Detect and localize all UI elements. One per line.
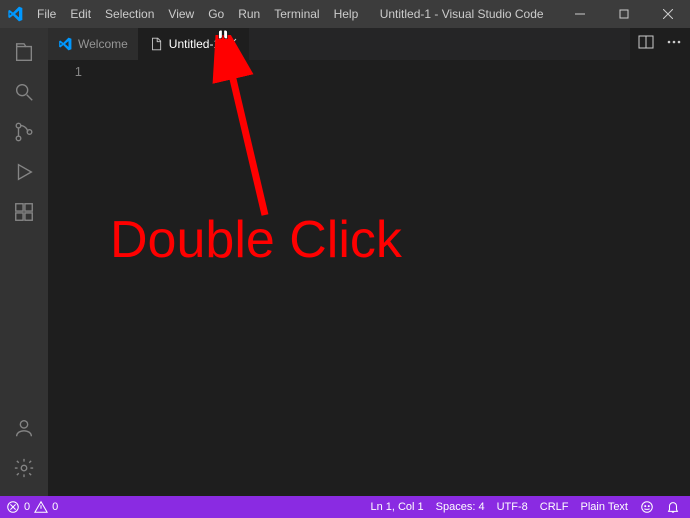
explorer-icon[interactable]	[0, 32, 48, 72]
status-language[interactable]: Plain Text	[581, 501, 629, 513]
title-bar: File Edit Selection View Go Run Terminal…	[0, 0, 690, 28]
minimize-button[interactable]	[558, 0, 602, 28]
tab-label: Welcome	[78, 37, 128, 51]
run-debug-icon[interactable]	[0, 152, 48, 192]
status-spaces[interactable]: Spaces: 4	[436, 501, 485, 513]
settings-gear-icon[interactable]	[0, 448, 48, 488]
status-feedback-icon[interactable]	[640, 500, 654, 514]
vscode-tab-icon	[58, 37, 72, 51]
window-controls	[558, 0, 690, 28]
status-encoding[interactable]: UTF-8	[497, 501, 528, 513]
status-position[interactable]: Ln 1, Col 1	[370, 501, 423, 513]
menu-terminal[interactable]: Terminal	[267, 0, 326, 28]
tab-welcome[interactable]: Welcome	[48, 28, 139, 60]
tab-bar[interactable]: Welcome Untitled-1	[48, 28, 690, 60]
code-area[interactable]	[94, 60, 690, 496]
editor-body[interactable]: 1	[48, 60, 690, 496]
extensions-icon[interactable]	[0, 192, 48, 232]
editor-actions	[630, 28, 690, 60]
menu-help[interactable]: Help	[327, 0, 366, 28]
window-title: Untitled-1 - Visual Studio Code	[365, 7, 558, 21]
vscode-logo-icon	[0, 6, 30, 22]
close-icon[interactable]	[226, 37, 238, 52]
search-icon[interactable]	[0, 72, 48, 112]
source-control-icon[interactable]	[0, 112, 48, 152]
menu-selection[interactable]: Selection	[98, 0, 161, 28]
main-area: Welcome Untitled-1	[0, 28, 690, 496]
more-actions-icon[interactable]	[666, 34, 682, 55]
activity-bar	[0, 28, 48, 496]
close-button[interactable]	[646, 0, 690, 28]
status-bar: 0 0 Ln 1, Col 1 Spaces: 4 UTF-8 CRLF Pla…	[0, 496, 690, 518]
editor-area: Welcome Untitled-1	[48, 28, 690, 496]
menu-go[interactable]: Go	[201, 0, 231, 28]
status-problems[interactable]: 0 0	[6, 500, 58, 514]
maximize-button[interactable]	[602, 0, 646, 28]
line-number: 1	[48, 64, 82, 79]
file-icon	[149, 37, 163, 51]
split-editor-icon[interactable]	[638, 34, 654, 55]
menu-view[interactable]: View	[161, 0, 201, 28]
accounts-icon[interactable]	[0, 408, 48, 448]
menu-edit[interactable]: Edit	[63, 0, 98, 28]
tab-untitled-1[interactable]: Untitled-1	[139, 28, 249, 60]
menu-file[interactable]: File	[30, 0, 63, 28]
status-bell-icon[interactable]	[666, 500, 680, 514]
line-gutter: 1	[48, 60, 94, 496]
status-eol[interactable]: CRLF	[540, 501, 569, 513]
menu-bar: File Edit Selection View Go Run Terminal…	[30, 0, 365, 28]
errors-count: 0	[24, 501, 30, 513]
warnings-count: 0	[52, 501, 58, 513]
menu-run[interactable]: Run	[231, 0, 267, 28]
tab-label: Untitled-1	[169, 37, 220, 51]
